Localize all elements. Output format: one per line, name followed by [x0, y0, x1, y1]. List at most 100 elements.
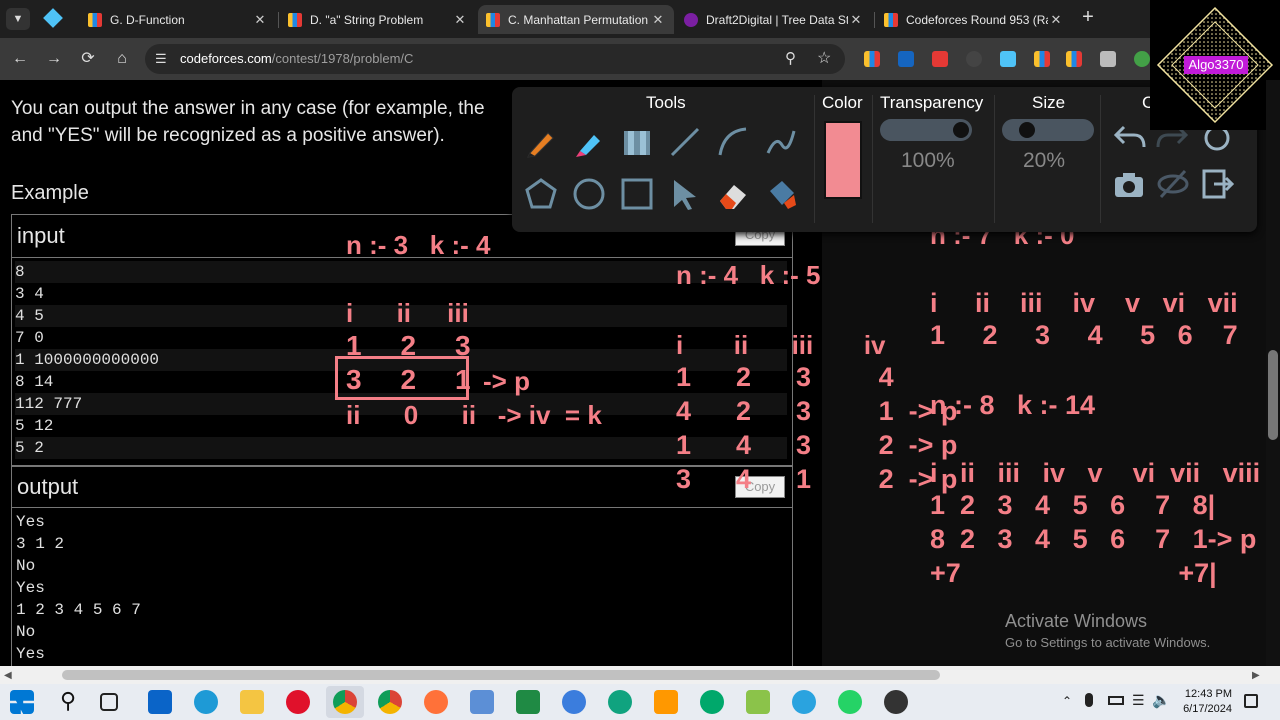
- diamond-icon[interactable]: [1000, 51, 1016, 67]
- horizontal-scrollbar[interactable]: ◀ ▶: [0, 666, 1280, 684]
- sublime-icon[interactable]: [654, 690, 678, 714]
- recorder-icon[interactable]: [884, 690, 908, 714]
- forward-button[interactable]: →: [42, 47, 66, 71]
- annotation-text: ii 0 ii -> iv = k: [346, 400, 602, 430]
- zoom-icon[interactable]: ⚲: [785, 49, 796, 67]
- wifi-icon[interactable]: ☰: [1132, 692, 1145, 709]
- rectangle-icon[interactable]: [618, 175, 656, 213]
- address-bar[interactable]: ☰ codeforces.com/contest/1978/problem/C …: [145, 44, 845, 74]
- tab-search-button[interactable]: ▼: [6, 8, 30, 30]
- gift-icon[interactable]: [932, 51, 948, 67]
- problem-text-line: You can output the answer in any case (f…: [11, 98, 485, 119]
- clock-time: 12:43 PM: [1184, 688, 1232, 700]
- freeform-curve-icon[interactable]: [762, 123, 800, 161]
- plus-extension-icon[interactable]: [1134, 51, 1150, 67]
- new-tab-button[interactable]: +: [1078, 6, 1098, 29]
- taskbar: ⚲ ⌃ ☰ 🔈 12:43 PM 6/17/2024: [0, 684, 1280, 720]
- firefox-icon[interactable]: [424, 690, 448, 714]
- whatsapp-icon[interactable]: [838, 690, 862, 714]
- fill-bucket-icon[interactable]: [762, 175, 800, 213]
- tab-codeforces-round[interactable]: Codeforces Round 953 (Ra ✕: [876, 5, 1072, 34]
- chrome-icon[interactable]: [333, 690, 357, 714]
- windows-start-icon[interactable]: [10, 690, 34, 714]
- undo-icon[interactable]: [1110, 119, 1148, 157]
- color-swatch[interactable]: [824, 121, 862, 199]
- transparency-slider-knob[interactable]: [953, 122, 969, 138]
- problem-text-line: and "YES" will be recognized as a positi…: [11, 125, 445, 146]
- site-info-icon[interactable]: ☰: [155, 51, 167, 67]
- pointer-icon[interactable]: [666, 175, 704, 213]
- outlook-icon[interactable]: [148, 690, 172, 714]
- chart-icon[interactable]: [1034, 51, 1050, 67]
- transparency-slider[interactable]: [880, 119, 972, 141]
- loading-icon[interactable]: [966, 51, 982, 67]
- edge-icon[interactable]: [194, 690, 218, 714]
- close-icon[interactable]: ✕: [1048, 12, 1064, 28]
- paint-icon[interactable]: [746, 690, 770, 714]
- back-button[interactable]: ←: [8, 47, 32, 71]
- hide-icon[interactable]: [1154, 165, 1192, 203]
- diamond-icon[interactable]: [43, 8, 63, 28]
- tab-manhattan-permutation[interactable]: C. Manhattan Permutation ✕: [478, 5, 674, 34]
- task-view-icon[interactable]: [100, 693, 118, 711]
- close-icon[interactable]: ✕: [452, 12, 468, 28]
- vertical-scrollbar-thumb[interactable]: [1268, 350, 1278, 440]
- chatgpt-icon[interactable]: [608, 690, 632, 714]
- eraser-icon[interactable]: [714, 175, 752, 213]
- chrome-icon[interactable]: [378, 690, 402, 714]
- code-app-icon[interactable]: [700, 690, 724, 714]
- download-icon[interactable]: [1100, 51, 1116, 67]
- telegram-icon[interactable]: [792, 690, 816, 714]
- volume-icon[interactable]: 🔈: [1152, 691, 1171, 709]
- url-text[interactable]: codeforces.com/contest/1978/problem/C: [180, 51, 413, 66]
- annotation-text: 1 2 3 4 5 6 7 8|: [930, 490, 1216, 520]
- logo-text: Algo3370: [1188, 57, 1244, 72]
- tab-string-problem[interactable]: D. "a" String Problem ✕: [280, 5, 476, 34]
- tab-title: Codeforces Round 953 (Ra: [906, 12, 1048, 27]
- tab-title: C. Manhattan Permutation: [508, 12, 649, 27]
- file-explorer-icon[interactable]: [240, 690, 264, 714]
- spreadsheet-icon[interactable]: [516, 690, 540, 714]
- circle-icon[interactable]: [570, 175, 608, 213]
- scroll-left-arrow[interactable]: ◀: [4, 670, 12, 681]
- notification-icon[interactable]: [1244, 694, 1258, 708]
- close-icon[interactable]: ✕: [650, 12, 666, 28]
- transparency-value: 100%: [901, 149, 955, 172]
- highlighter-icon[interactable]: [570, 123, 608, 161]
- tray-chevron-icon[interactable]: ⌃: [1062, 694, 1072, 708]
- curve-tool-icon[interactable]: [714, 123, 752, 161]
- bookmark-star-icon[interactable]: ☆: [817, 48, 831, 68]
- text-tool-icon[interactable]: [618, 123, 656, 161]
- line-tool-icon[interactable]: [666, 123, 704, 161]
- scroll-right-arrow[interactable]: ▶: [1252, 670, 1260, 681]
- vertical-scrollbar[interactable]: [1266, 80, 1280, 666]
- camera-icon[interactable]: [1110, 165, 1148, 203]
- tab-d-function[interactable]: G. D-Function ✕: [80, 5, 276, 34]
- extension-icon[interactable]: [864, 51, 880, 67]
- size-slider[interactable]: [1002, 119, 1094, 141]
- example-output-box: output Copy Yes 3 1 2 No Yes 1 2 3 4 5 6…: [11, 466, 793, 666]
- size-slider-knob[interactable]: [1019, 122, 1035, 138]
- cube-app-icon[interactable]: [470, 690, 494, 714]
- annotation-text: n :- 4 k :- 5: [676, 260, 821, 290]
- battery-icon[interactable]: [1108, 696, 1124, 705]
- shield-icon[interactable]: [898, 51, 914, 67]
- opera-icon[interactable]: [286, 690, 310, 714]
- close-icon[interactable]: ✕: [252, 12, 268, 28]
- system-clock[interactable]: 12:43 PM 6/17/2024: [1183, 687, 1232, 717]
- close-icon[interactable]: ✕: [848, 12, 864, 28]
- exit-icon[interactable]: [1198, 165, 1236, 203]
- home-button[interactable]: ⌂: [110, 47, 134, 71]
- tab-title: G. D-Function: [110, 12, 185, 27]
- codeforces-icon: [88, 12, 102, 27]
- horizontal-scrollbar-thumb[interactable]: [62, 670, 940, 680]
- chart-icon[interactable]: [1066, 51, 1082, 67]
- reload-button[interactable]: ⟳: [76, 47, 100, 71]
- checkmark-app-icon[interactable]: [562, 690, 586, 714]
- microphone-icon[interactable]: [1085, 693, 1093, 707]
- output-line: No: [16, 557, 36, 575]
- tab-draft2digital[interactable]: Draft2Digital | Tree Data St ✕: [676, 5, 872, 34]
- search-icon[interactable]: ⚲: [56, 690, 80, 714]
- polygon-icon[interactable]: [522, 175, 560, 213]
- pencil-icon[interactable]: [522, 123, 560, 161]
